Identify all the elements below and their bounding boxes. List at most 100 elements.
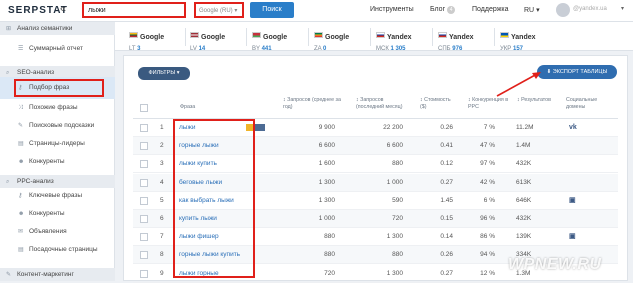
column-header-queries-last[interactable]: ↕ Запросов (последний месяц) (356, 97, 412, 110)
database-tab[interactable]: Google BY 441 (252, 26, 314, 52)
sidebar-section-label: SEO-анализ (17, 69, 55, 76)
sidebar-section-label: Контент-маркетинг (17, 271, 74, 278)
database-name: Google (263, 34, 288, 41)
row-checkbox[interactable] (140, 215, 148, 223)
sidebar-item-similar[interactable]: ⤨ Похожие фразы (18, 104, 78, 112)
user-menu-chevron-icon[interactable]: ▾ (621, 5, 624, 12)
cell-avg: 880 (324, 251, 335, 259)
database-name: Yandex (387, 34, 412, 41)
database-code: ZA (314, 46, 322, 52)
database-tab[interactable]: Google LV 14 (190, 26, 252, 52)
select-all-checkbox[interactable] (140, 104, 148, 112)
sidebar-section-ppc[interactable]: ⌕ PPC-анализ (0, 175, 115, 188)
database-select-value: Google (RU) (199, 8, 233, 14)
nav-blog[interactable]: Блог 4 (430, 6, 456, 14)
row-number: 5 (160, 196, 164, 204)
database-count: LV 14 (190, 46, 252, 52)
cell-comp: 86 % (480, 233, 495, 241)
sidebar-item-landing[interactable]: ▤ Посадочные страницы (18, 246, 98, 253)
divider (432, 28, 433, 46)
cell-results: 11.2M (516, 124, 534, 131)
search-icon: ⌕ (6, 179, 10, 185)
filters-button[interactable]: ФИЛЬТРЫ ▾ (138, 67, 190, 80)
sidebar-item-phrase-selection[interactable]: ⚷ Подбор фраз (18, 84, 69, 91)
cell-cost: 0.12 (440, 160, 453, 168)
database-count-value: 1 305 (390, 46, 406, 52)
cell-comp: 42 % (480, 178, 495, 186)
column-header-phrase[interactable]: Фраза (180, 104, 195, 111)
pencil-icon: ✎ (6, 272, 12, 278)
database-count-value: 441 (261, 46, 272, 52)
row-checkbox[interactable] (140, 269, 148, 278)
database-tab[interactable]: Yandex МСК 1 305 (376, 26, 438, 52)
sidebar-section-label: Анализ семантики (17, 25, 73, 32)
cell-cost: 0.27 (440, 269, 453, 277)
database-count: BY 441 (252, 46, 314, 52)
feature-icon[interactable] (255, 123, 265, 131)
cell-avg: 1 600 (318, 160, 335, 168)
cell-last: 590 (392, 196, 403, 204)
cell-comp: 7 % (483, 124, 495, 131)
keywords-highlight-box (173, 119, 255, 278)
cell-comp: 96 % (480, 215, 495, 222)
sidebar-item-ppc-keywords[interactable]: ⚷ Ключевые фразы (18, 192, 82, 199)
cell-last: 1 000 (386, 178, 403, 186)
row-checkbox[interactable] (140, 196, 148, 205)
database-select[interactable]: Google (RU) ▾ (194, 2, 244, 18)
list-icon: ☰ (18, 46, 24, 52)
cell-results: 613K (516, 178, 532, 186)
row-checkbox[interactable] (140, 142, 148, 151)
database-name: Yandex (449, 34, 474, 41)
sidebar-item-ads[interactable]: ✉ Объявления (18, 228, 67, 235)
sidebar-item-leaders[interactable]: ▤ Страницы-лидеры (18, 140, 85, 147)
user-email[interactable]: @yandex.ua (573, 6, 607, 12)
row-checkbox[interactable] (140, 251, 148, 260)
cell-results: 1.4M (516, 142, 531, 150)
sidebar-item-ppc-competitors[interactable]: ☻ Конкуренты (18, 210, 65, 217)
sidebar-section-content[interactable]: ✎ Контент-маркетинг (0, 268, 115, 281)
column-header-social[interactable]: Социальные домены (566, 97, 606, 110)
database-count: ZA 0 (314, 46, 376, 52)
search-input[interactable] (82, 2, 186, 18)
database-count-value: 3 (137, 46, 141, 52)
row-checkbox[interactable] (140, 160, 148, 169)
column-header-queries-avg[interactable]: ↕ Запросов (среднее за год) (283, 97, 341, 110)
language-select-value: RU (524, 7, 535, 14)
nav-support[interactable]: Поддержка (472, 6, 509, 13)
database-tab[interactable]: Google LT 3 (129, 26, 191, 52)
database-tab[interactable]: Yandex СПБ 976 (438, 26, 500, 52)
column-header-competition[interactable]: ↕ Конкуренция в PPC (468, 97, 516, 110)
sidebar-item-competitors[interactable]: ☻ Конкуренты (18, 158, 65, 165)
database-tab[interactable]: Yandex УКР 157 (500, 26, 562, 52)
sidebar-item-suggestions[interactable]: ✎ Поисковые подсказки (18, 122, 94, 129)
sidebar-section-semantic[interactable]: ⊞ Анализ семантики (0, 22, 115, 35)
row-checkbox[interactable] (140, 178, 148, 187)
sidebar-item-label: Подбор фраз (29, 84, 70, 91)
avatar[interactable] (556, 3, 570, 17)
database-tab[interactable]: Google ZA 0 (314, 26, 376, 52)
serpstat-logo[interactable]: SERPSTAT (8, 5, 68, 16)
collapse-sidebar-icon[interactable]: « (60, 3, 66, 15)
cell-last: 880 (392, 251, 403, 259)
cell-results: 432K (516, 160, 532, 168)
youtube-icon[interactable]: ▣ (569, 228, 576, 246)
nav-tools[interactable]: Инструменты (370, 6, 414, 13)
export-table-button[interactable]: ⬇ ЭКСПОРТ ТАБЛИЦЫ (537, 65, 617, 79)
row-checkbox[interactable] (140, 233, 148, 242)
column-header-results[interactable]: ↕ Результатов (517, 97, 557, 104)
vk-icon[interactable]: vk (569, 119, 577, 137)
sidebar-item-label: Страницы-лидеры (29, 140, 85, 147)
sidebar-item-summary[interactable]: ☰ Суммарный отчет (18, 45, 83, 52)
row-checkbox[interactable] (140, 124, 148, 132)
language-select[interactable]: RU ▾ (524, 6, 540, 14)
search-button[interactable]: Поиск (250, 2, 294, 18)
youtube-icon[interactable]: ▣ (569, 192, 576, 210)
database-count-value: 976 (452, 46, 463, 52)
column-header-cost[interactable]: ↕ Стоимость ($) (420, 97, 454, 110)
divider (494, 28, 495, 46)
cell-last: 1 300 (386, 233, 403, 241)
divider (370, 28, 371, 46)
cell-cost: 0.26 (440, 124, 453, 131)
flag-icon (129, 31, 138, 38)
key-icon: ⚷ (18, 85, 23, 91)
